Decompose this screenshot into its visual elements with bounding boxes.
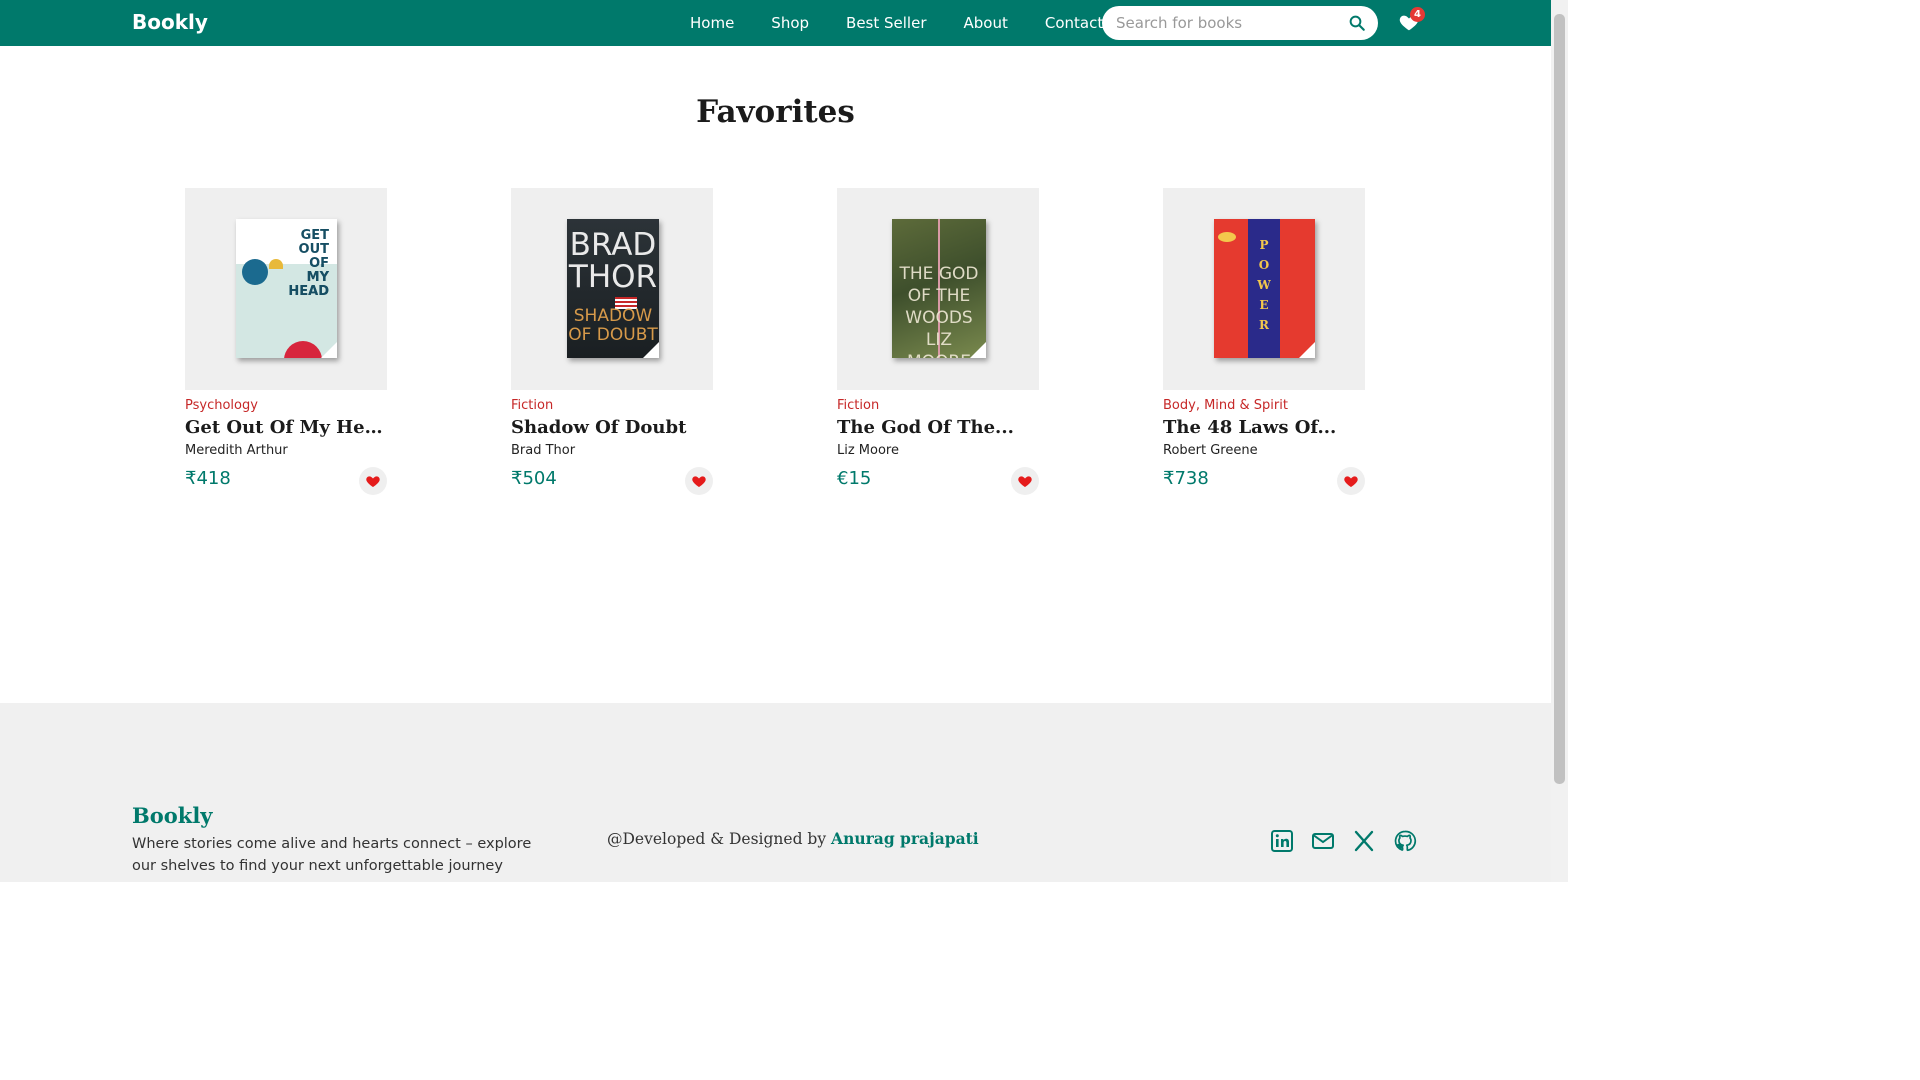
search-box bbox=[1102, 6, 1378, 40]
book-cover-frame[interactable]: GETOUTOFMYHEAD GETOUTOFMYHEAD bbox=[185, 188, 387, 390]
remove-favorite-button[interactable] bbox=[1011, 467, 1039, 495]
book-card[interactable]: THE GODOF THEWOODSLIZ MOORE Fiction The … bbox=[837, 188, 1039, 495]
brand-logo[interactable]: Bookly bbox=[132, 10, 208, 34]
footer: Bookly Where stories come alive and hear… bbox=[0, 703, 1551, 882]
mail-icon[interactable] bbox=[1311, 829, 1335, 853]
book-author: Meredith Arthur bbox=[185, 443, 288, 458]
page-scrollbar[interactable] bbox=[1551, 0, 1568, 882]
book-price: ₹418 bbox=[185, 468, 231, 489]
book-card[interactable]: GETOUTOFMYHEAD GETOUTOFMYHEAD Psychology… bbox=[185, 188, 387, 495]
book-author: Brad Thor bbox=[511, 443, 576, 458]
book-price: €15 bbox=[837, 468, 872, 489]
book-cover-image: GETOUTOFMYHEAD GETOUTOFMYHEAD bbox=[236, 219, 337, 358]
footer-credit-prefix: @Developed & Designed by bbox=[607, 830, 827, 848]
favorites-count-badge: 4 bbox=[1410, 7, 1425, 22]
book-title[interactable]: The God Of The... bbox=[837, 417, 1039, 438]
book-category: Psychology bbox=[185, 398, 258, 413]
x-icon[interactable] bbox=[1352, 829, 1376, 853]
book-card[interactable]: BRAD THOR SHADOW OF DOUBT Fiction Shadow O… bbox=[511, 188, 713, 495]
book-category: Fiction bbox=[837, 398, 880, 413]
search-icon[interactable] bbox=[1348, 14, 1366, 32]
book-title[interactable]: Get Out Of My Head bbox=[185, 417, 387, 438]
social-links bbox=[1270, 829, 1417, 853]
book-cover-image: BRAD THOR SHADOW OF DOUBT bbox=[567, 219, 659, 358]
page-title: Favorites bbox=[696, 94, 855, 130]
nav-link-shop[interactable]: Shop bbox=[771, 14, 809, 32]
navbar: Bookly Home Shop Best Seller About Conta… bbox=[0, 0, 1551, 46]
book-price: ₹504 bbox=[511, 468, 557, 489]
book-title[interactable]: The 48 Laws Of... bbox=[1163, 417, 1365, 438]
heart-icon bbox=[366, 476, 380, 487]
book-category: Body, Mind & Spirit bbox=[1163, 398, 1288, 413]
nav-link-contact[interactable]: Contact bbox=[1045, 14, 1103, 32]
book-category: Fiction bbox=[511, 398, 554, 413]
book-cover-image: POWER bbox=[1214, 219, 1315, 358]
heart-icon bbox=[1018, 476, 1032, 487]
book-card[interactable]: POWER Body, Mind & Spirit The 48 Laws Of… bbox=[1163, 188, 1365, 495]
footer-tagline: Where stories come alive and hearts conn… bbox=[132, 836, 532, 874]
remove-favorite-button[interactable] bbox=[359, 467, 387, 495]
github-icon[interactable] bbox=[1393, 829, 1417, 853]
nav-link-home[interactable]: Home bbox=[690, 14, 734, 32]
search-input[interactable] bbox=[1116, 6, 1336, 40]
book-cover-frame[interactable]: POWER bbox=[1163, 188, 1365, 390]
book-cover-image: THE GODOF THEWOODSLIZ MOORE bbox=[892, 219, 986, 358]
scrollbar-thumb[interactable] bbox=[1554, 14, 1565, 784]
footer-brand: Bookly bbox=[132, 803, 213, 828]
remove-favorite-button[interactable] bbox=[685, 467, 713, 495]
book-cover-frame[interactable]: THE GODOF THEWOODSLIZ MOORE bbox=[837, 188, 1039, 390]
heart-icon bbox=[692, 476, 706, 487]
footer-author-link[interactable]: Anurag prajapati bbox=[831, 829, 979, 848]
linkedin-icon[interactable] bbox=[1270, 829, 1294, 853]
nav-links: Home Shop Best Seller About Contact bbox=[690, 0, 1103, 46]
footer-credit: @Developed & Designed by Anurag prajapat… bbox=[607, 829, 979, 848]
book-author: Robert Greene bbox=[1163, 443, 1258, 458]
book-cover-frame[interactable]: BRAD THOR SHADOW OF DOUBT bbox=[511, 188, 713, 390]
book-title[interactable]: Shadow Of Doubt bbox=[511, 417, 713, 438]
nav-link-about[interactable]: About bbox=[964, 14, 1008, 32]
remove-favorite-button[interactable] bbox=[1337, 467, 1365, 495]
book-price: ₹738 bbox=[1163, 468, 1209, 489]
heart-icon bbox=[1344, 476, 1358, 487]
nav-link-best-seller[interactable]: Best Seller bbox=[846, 14, 926, 32]
book-author: Liz Moore bbox=[837, 443, 899, 458]
